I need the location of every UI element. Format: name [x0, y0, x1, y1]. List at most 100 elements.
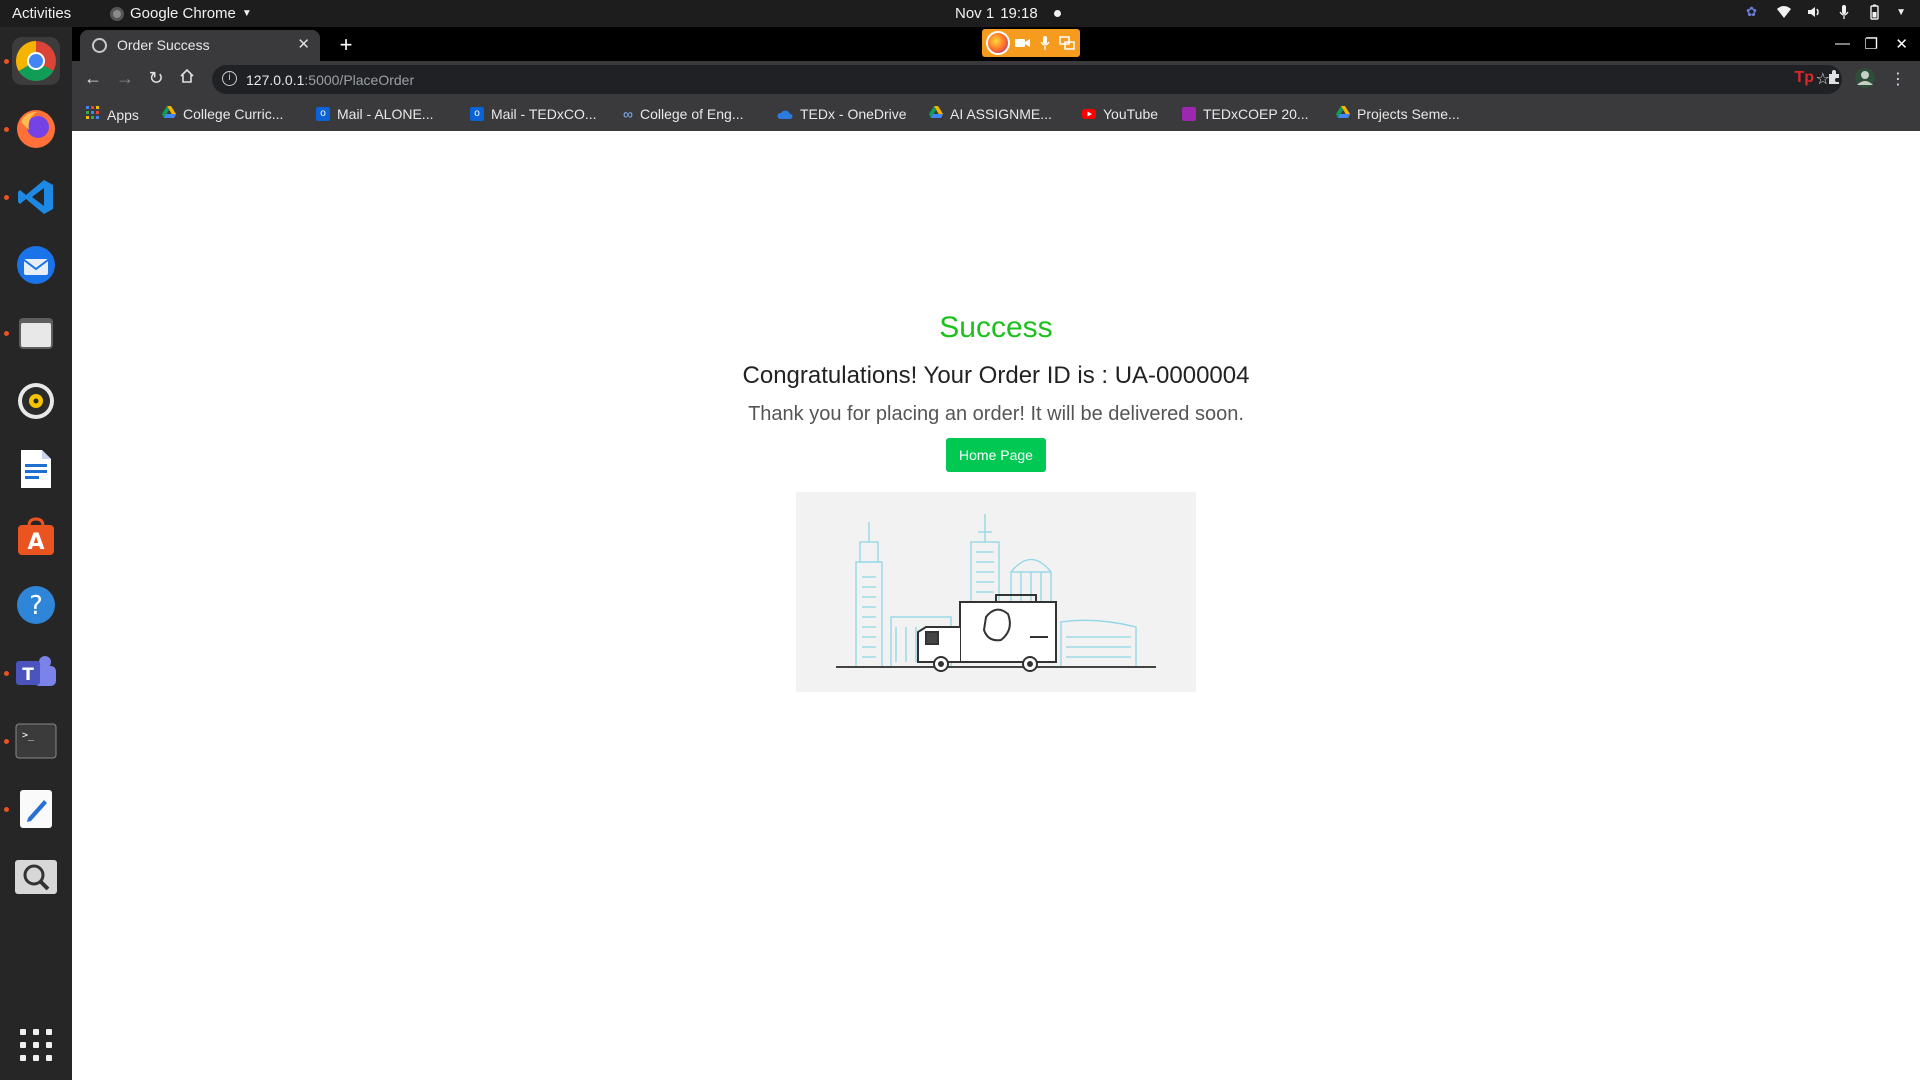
bookmark-label: Projects Seme... — [1357, 106, 1460, 122]
dock-firefox[interactable] — [12, 105, 60, 153]
clock-time: 19:18 — [1000, 5, 1038, 22]
svg-text:?: ? — [29, 591, 43, 621]
google-drive-icon — [929, 106, 943, 122]
restore-window-icon[interactable]: ❐ — [1865, 35, 1878, 53]
bookmark-college-of-engineering[interactable]: ∞ College of Eng... — [623, 106, 744, 122]
youtube-icon — [1082, 106, 1096, 122]
chrome-menu-icon[interactable]: ⋮ — [1890, 69, 1906, 89]
bookmark-youtube[interactable]: YouTube — [1082, 106, 1158, 122]
minimize-window-icon[interactable]: — — [1835, 35, 1850, 52]
bookmark-college-curriculum[interactable]: College Curric... — [162, 106, 283, 122]
firefox-share-icon — [986, 31, 1010, 55]
svg-text:A: A — [27, 530, 44, 555]
url-text: 127.0.0.1:5000/PlaceOrder — [246, 72, 414, 88]
bookmark-label: College of Eng... — [639, 106, 744, 122]
bookmark-label: Mail - ALONE... — [337, 106, 434, 122]
bookmark-projects-semester[interactable]: Projects Seme... — [1336, 106, 1460, 122]
dock-vscode[interactable] — [12, 173, 60, 221]
dock-chrome[interactable] — [12, 37, 60, 85]
page-content: Success Congratulations! Your Order ID i… — [72, 131, 1920, 1080]
camera-icon[interactable] — [1014, 34, 1032, 52]
libreoffice-writer-icon — [21, 450, 51, 488]
thunderbird-icon — [17, 246, 55, 284]
success-heading: Success — [939, 311, 1053, 344]
app-menu-label: Google Chrome — [130, 5, 236, 22]
system-menu-arrow-icon[interactable]: ▼ — [1896, 7, 1906, 18]
dock-writer[interactable] — [12, 445, 60, 493]
dropdown-arrow-icon: ▼ — [241, 8, 252, 19]
reload-icon[interactable]: ↻ — [145, 68, 167, 89]
battery-icon[interactable] — [1866, 4, 1882, 20]
tab-strip: Order Success ✕ + — ❐ ✕ — [72, 27, 1920, 61]
microphone-icon[interactable] — [1836, 4, 1852, 20]
firefox-icon — [17, 110, 55, 148]
bookmark-tedxcoep[interactable]: TEDxCOEP 20... — [1182, 106, 1309, 122]
home-page-button[interactable]: Home Page — [946, 438, 1046, 472]
onedrive-cloud-icon — [777, 106, 793, 122]
dock-rhythmbox[interactable] — [12, 377, 60, 425]
site-info-icon[interactable]: i — [222, 71, 237, 86]
home-icon[interactable] — [176, 68, 198, 89]
bookmark-ai-assignment[interactable]: AI ASSIGNME... — [929, 106, 1052, 122]
teams-tray-icon[interactable]: ✿ — [1746, 4, 1762, 20]
screen-share-indicator[interactable] — [982, 29, 1080, 57]
outlook-icon: o — [316, 107, 330, 121]
svg-text:>_: >_ — [22, 730, 35, 741]
running-indicator — [4, 671, 9, 676]
bookmark-tedx-onedrive[interactable]: TEDx - OneDrive — [777, 106, 907, 122]
forms-list-icon — [1182, 107, 1196, 121]
bookmark-mail-tedxcoep[interactable]: o Mail - TEDxCO... — [470, 106, 597, 122]
running-indicator — [4, 331, 9, 336]
chrome-icon — [16, 41, 56, 81]
google-drive-icon — [162, 106, 176, 122]
activities-button[interactable]: Activities — [12, 5, 71, 22]
microphone-share-icon[interactable] — [1036, 34, 1054, 52]
search-magnifier-icon — [15, 860, 57, 894]
dock-thunderbird[interactable] — [12, 241, 60, 289]
bookmark-label: TEDxCOEP 20... — [1203, 106, 1309, 122]
close-window-icon[interactable]: ✕ — [1895, 35, 1908, 53]
clock-date: Nov 1 — [955, 5, 995, 22]
running-indicator — [4, 127, 9, 132]
forward-arrow-icon[interactable]: → — [114, 68, 136, 89]
google-drive-icon — [1336, 106, 1350, 122]
city-truck-drawing — [836, 514, 1156, 672]
url-path: :5000/PlaceOrder — [304, 72, 415, 88]
dock-search-tool[interactable] — [12, 853, 60, 901]
profile-avatar[interactable] — [1854, 67, 1876, 94]
new-tab-button[interactable]: + — [334, 32, 358, 58]
running-indicator — [4, 59, 9, 64]
bookmark-mail-alone[interactable]: o Mail - ALONE... — [316, 106, 433, 122]
delivery-truck-illustration — [796, 492, 1196, 692]
dock-text-editor[interactable] — [12, 785, 60, 833]
running-indicator — [4, 739, 9, 744]
volume-icon[interactable] — [1806, 4, 1822, 20]
close-tab-icon[interactable]: ✕ — [297, 35, 310, 53]
bookmark-label: College Curric... — [183, 106, 284, 122]
back-arrow-icon[interactable]: ← — [82, 68, 104, 89]
bookmark-apps[interactable]: Apps — [86, 106, 139, 123]
order-id-message: Congratulations! Your Order ID is : UA-0… — [742, 362, 1250, 389]
dock-terminal[interactable]: >_ — [12, 717, 60, 765]
bookmark-label: Mail - TEDxCO... — [491, 106, 597, 122]
extensions-puzzle-icon[interactable] — [1826, 69, 1842, 90]
thank-you-message: Thank you for placing an order! It will … — [748, 403, 1244, 425]
dock-software-center[interactable]: A — [12, 513, 60, 561]
show-applications-icon[interactable] — [20, 1029, 52, 1061]
app-menu[interactable]: Google Chrome ▼ — [110, 5, 252, 22]
teams-icon: T — [16, 656, 56, 686]
globe-icon — [92, 38, 107, 53]
wifi-icon[interactable] — [1776, 4, 1792, 20]
help-icon: ? — [17, 586, 55, 624]
dock-help[interactable]: ? — [12, 581, 60, 629]
tab-order-success[interactable]: Order Success ✕ — [80, 30, 320, 61]
system-tray[interactable]: ✿ ▼ — [1746, 4, 1906, 20]
outlook-icon: o — [470, 107, 484, 121]
extension-red-icon[interactable]: Tp — [1794, 69, 1814, 87]
clock[interactable]: Nov 1 19:18 — [955, 5, 1061, 22]
dock-files[interactable] — [12, 309, 60, 357]
screen-share-icon[interactable] — [1058, 34, 1076, 52]
address-bar[interactable]: i 127.0.0.1:5000/PlaceOrder ☆ — [212, 65, 1842, 94]
dock-teams[interactable]: T — [12, 649, 60, 697]
running-indicator — [4, 807, 9, 812]
